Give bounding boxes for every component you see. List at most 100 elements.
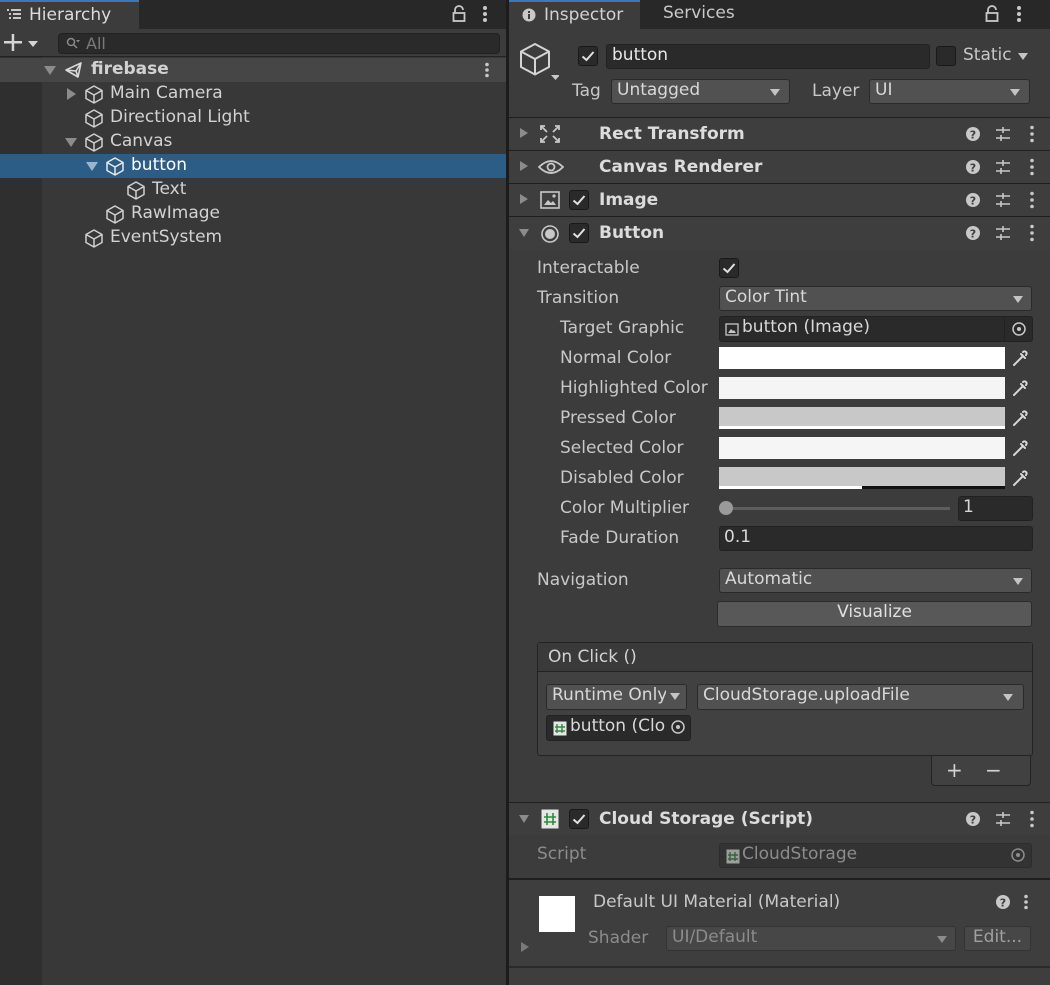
kebab-menu-icon[interactable]: [1016, 5, 1022, 23]
tab-services[interactable]: Services: [640, 0, 750, 29]
hierarchy-item-rawimage[interactable]: RawImage: [0, 202, 506, 226]
component-header-canvas-renderer[interactable]: Canvas Renderer ?: [509, 150, 1050, 183]
object-name-field[interactable]: button: [606, 44, 930, 69]
scene-menu-icon[interactable]: [484, 62, 490, 78]
interactable-checkbox[interactable]: [719, 258, 739, 278]
eyedropper-icon[interactable]: [1005, 406, 1033, 430]
cloud-storage-enabled-checkbox[interactable]: [569, 809, 589, 829]
hierarchy-item-label: Text: [152, 179, 187, 199]
color-multiplier-slider-thumb[interactable]: [719, 501, 733, 515]
tab-inspector-label: Inspector: [544, 5, 624, 25]
tab-hierarchy[interactable]: Hierarchy: [0, 0, 139, 29]
gameobject-cube-icon: [105, 204, 125, 224]
layer-dropdown[interactable]: UI: [869, 79, 1030, 104]
hierarchy-item-text[interactable]: Text: [0, 178, 506, 202]
component-title: Button: [599, 223, 665, 243]
active-checkbox[interactable]: [578, 46, 598, 66]
fade-duration-field[interactable]: 0.1: [719, 526, 1033, 551]
shader-value: UI/Default: [672, 927, 758, 947]
foldout-arrow-icon[interactable]: [519, 815, 529, 823]
material-preview: [539, 896, 575, 932]
divider: [509, 966, 1050, 968]
component-title: Cloud Storage (Script): [599, 809, 814, 829]
visualize-button[interactable]: Visualize: [717, 601, 1032, 627]
transition-dropdown[interactable]: Color Tint: [719, 286, 1032, 311]
object-picker-icon[interactable]: [1004, 317, 1032, 341]
highlighted-color-swatch[interactable]: [719, 377, 1005, 399]
search-icon: [66, 37, 80, 50]
foldout-arrow-icon[interactable]: [520, 161, 528, 171]
component-title: Canvas Renderer: [599, 157, 763, 177]
expand-arrow-icon[interactable]: [67, 88, 76, 100]
object-picker-icon[interactable]: [1006, 844, 1030, 868]
component-header-image[interactable]: Image ?: [509, 183, 1050, 216]
kebab-menu-icon[interactable]: [482, 5, 488, 23]
checkmark-icon: [581, 51, 595, 62]
gameobject-cube-icon: [126, 180, 146, 200]
foldout-arrow-icon[interactable]: [520, 128, 528, 138]
search-input[interactable]: All: [58, 33, 500, 54]
eyedropper-icon[interactable]: [1005, 436, 1033, 460]
eyedropper-icon[interactable]: [1005, 376, 1033, 400]
color-multiplier-slider-track[interactable]: [725, 507, 950, 510]
gameobject-large-icon[interactable]: [519, 42, 559, 84]
disabled-color-alpha-bar-white: [719, 486, 862, 489]
expand-arrow-icon[interactable]: [86, 162, 98, 171]
selected-color-swatch[interactable]: [719, 437, 1005, 459]
kebab-menu-icon[interactable]: [1023, 894, 1029, 910]
color-multiplier-field[interactable]: 1: [958, 496, 1033, 521]
scene-row[interactable]: firebase: [0, 58, 506, 82]
normal-color-swatch[interactable]: [719, 347, 1005, 369]
static-checkbox[interactable]: [936, 46, 956, 66]
button-enabled-checkbox[interactable]: [569, 223, 589, 243]
foldout-arrow-icon[interactable]: [520, 194, 528, 204]
expand-arrow-icon[interactable]: [65, 138, 77, 147]
navigation-dropdown[interactable]: Automatic: [719, 568, 1032, 593]
component-header-cloud-storage[interactable]: Cloud Storage (Script) ?: [509, 802, 1050, 835]
shader-dropdown[interactable]: UI/Default: [666, 926, 956, 951]
tag-dropdown[interactable]: Untagged: [611, 79, 790, 104]
hierarchy-tabbar: Hierarchy: [0, 0, 506, 29]
gameobject-cube-icon: [84, 228, 104, 248]
image-enabled-checkbox[interactable]: [569, 190, 589, 210]
add-icon[interactable]: [4, 34, 40, 52]
eyedropper-icon[interactable]: [1005, 466, 1033, 490]
static-dropdown-caret-icon[interactable]: [1018, 53, 1028, 60]
gameobject-cube-icon: [84, 108, 104, 128]
script-field[interactable]: CloudStorage: [719, 843, 1032, 868]
runtime-dropdown[interactable]: Runtime Only: [546, 684, 687, 710]
hierarchy-item-eventsystem[interactable]: EventSystem: [0, 226, 506, 250]
pressed-color-swatch[interactable]: [719, 407, 1005, 429]
eyedropper-icon[interactable]: [1005, 346, 1033, 370]
foldout-arrow-icon[interactable]: [519, 229, 529, 237]
svg-text:?: ?: [970, 162, 976, 175]
disabled-color-swatch[interactable]: [719, 467, 1005, 489]
function-dropdown[interactable]: CloudStorage.uploadFile: [697, 684, 1024, 710]
add-listener-button[interactable]: +: [946, 758, 963, 782]
expand-arrow-icon[interactable]: [44, 66, 56, 75]
help-icon[interactable]: ?: [996, 895, 1010, 909]
remove-listener-button[interactable]: −: [985, 758, 1002, 782]
info-icon: [522, 8, 536, 22]
lock-icon[interactable]: [985, 5, 999, 22]
object-picker-icon[interactable]: [667, 716, 690, 740]
target-graphic-field[interactable]: button (Image): [719, 316, 1033, 342]
static-label: Static: [963, 45, 1012, 65]
component-header-button[interactable]: Button ?: [509, 216, 1050, 249]
hierarchy-item-directional-light[interactable]: Directional Light: [0, 106, 506, 130]
lock-icon[interactable]: [452, 5, 466, 22]
target-graphic-value: button (Image): [742, 317, 870, 337]
foldout-arrow-icon[interactable]: [521, 942, 529, 952]
script-value: CloudStorage: [742, 844, 858, 864]
disabled-color-label: Disabled Color: [560, 468, 684, 488]
hierarchy-item-main-camera[interactable]: Main Camera: [0, 82, 506, 106]
shader-edit-button[interactable]: Edit...: [964, 926, 1031, 951]
hierarchy-item-canvas[interactable]: Canvas: [0, 130, 506, 154]
tab-inspector[interactable]: Inspector: [509, 0, 640, 29]
function-value: CloudStorage.uploadFile: [703, 685, 910, 705]
event-object-field[interactable]: button (Cloud Storage): [546, 715, 691, 741]
button-component-icon: [541, 225, 559, 243]
on-click-header: On Click (): [538, 643, 1032, 672]
component-header-rect-transform[interactable]: Rect Transform ?: [509, 117, 1050, 150]
hierarchy-item-button[interactable]: button: [0, 154, 506, 178]
